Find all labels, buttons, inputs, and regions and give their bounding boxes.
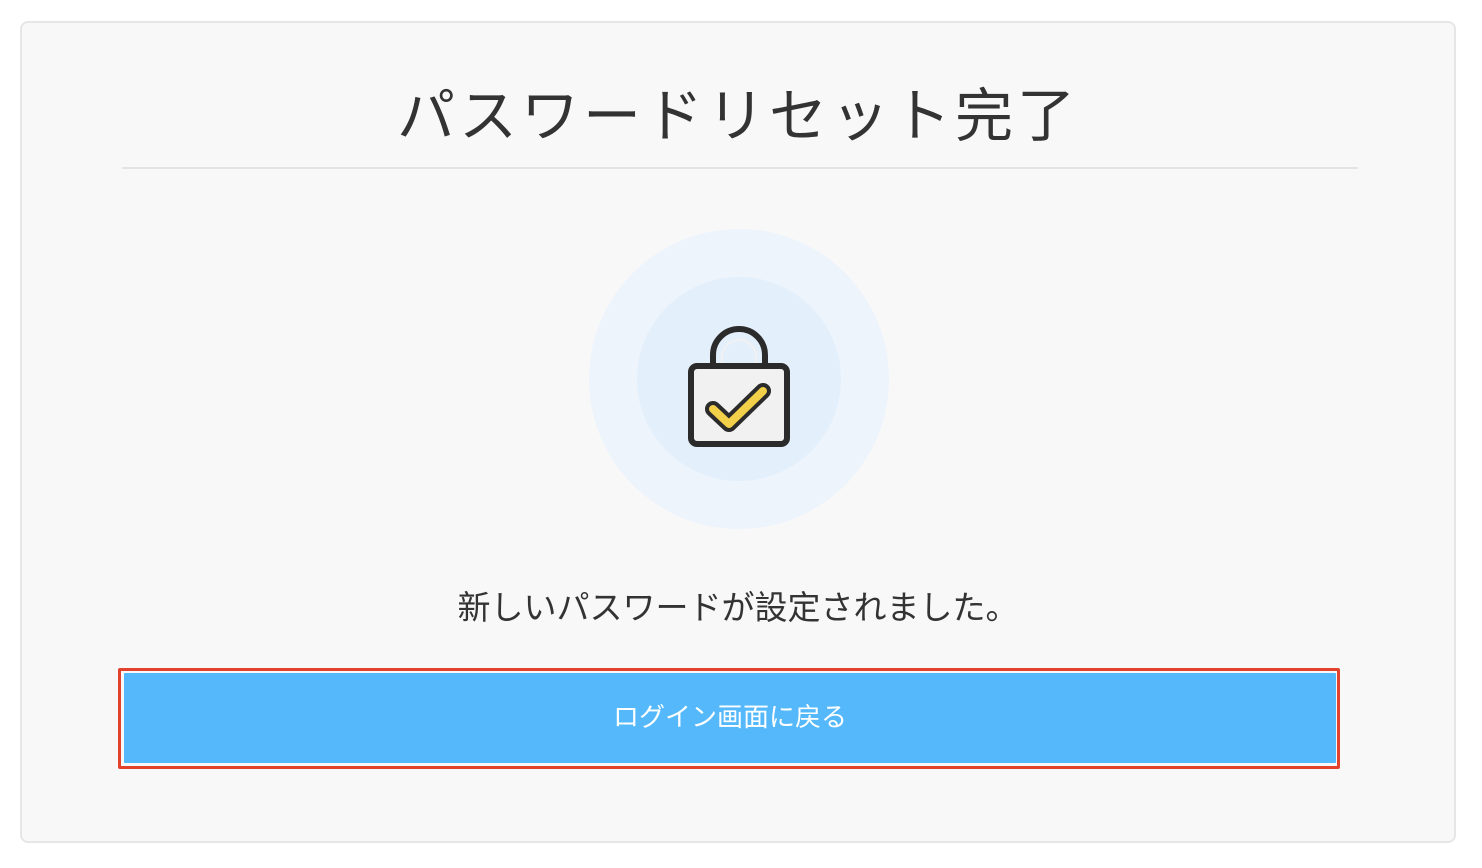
page-title: パスワードリセット完了 [396, 82, 1079, 150]
title-divider [122, 167, 1358, 169]
icon-halo [589, 229, 889, 529]
icon-halo-inner [637, 277, 841, 481]
success-message: 新しいパスワードが設定されました。 [457, 588, 1019, 627]
reset-complete-card: パスワードリセット完了 新しいパスワードが設定されました。 ログイン画面に戻る [20, 21, 1456, 843]
back-to-login-button[interactable]: ログイン画面に戻る [124, 673, 1336, 763]
padlock-check-icon [688, 326, 790, 447]
